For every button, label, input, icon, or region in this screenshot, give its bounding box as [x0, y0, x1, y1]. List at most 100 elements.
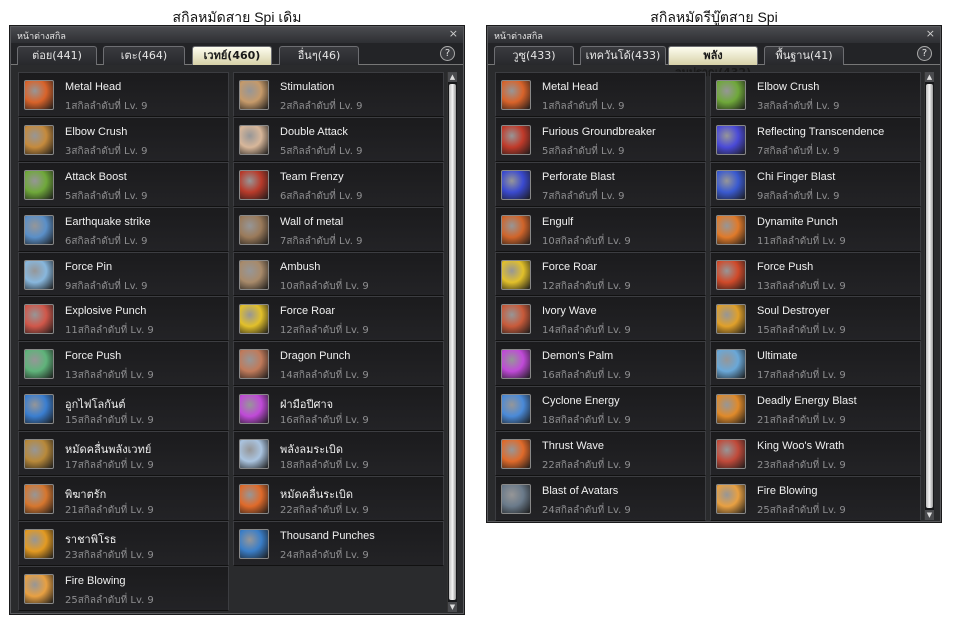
close-icon[interactable]: ×	[449, 28, 458, 40]
skill-icon[interactable]	[239, 439, 269, 470]
scroll-thumb[interactable]	[449, 84, 456, 600]
help-icon[interactable]: ?	[917, 46, 932, 61]
skill-icon[interactable]	[501, 80, 531, 110]
skill-icon[interactable]	[239, 80, 269, 110]
tab-magic[interactable]: เวทย์(460)	[192, 46, 272, 65]
skill-slot[interactable]: Engulf 10สกิลลำดับที่ Lv. 9	[495, 206, 706, 252]
skill-slot[interactable]: Wall of metal 7สกิลลำดับที่ Lv. 9	[233, 206, 444, 252]
skill-slot[interactable]: Elbow Crush 3สกิลลำดับที่ Lv. 9	[710, 72, 921, 117]
skill-icon[interactable]	[501, 439, 531, 470]
skill-slot[interactable]: Metal Head 1สกิลลำดับที่ Lv. 9	[495, 72, 706, 117]
skill-icon[interactable]	[239, 349, 269, 380]
skill-icon[interactable]	[501, 484, 531, 515]
skill-icon[interactable]	[24, 124, 54, 155]
skill-slot[interactable]: Ivory Wave 14สกิลลำดับที่ Lv. 9	[495, 296, 706, 342]
scroll-up-icon[interactable]: ▲	[448, 72, 457, 82]
skill-slot[interactable]: Furious Groundbreaker 5สกิลลำดับที่ Lv. 9	[495, 116, 706, 162]
tab-other[interactable]: อื่นๆ(46)	[279, 46, 359, 65]
skill-icon[interactable]	[239, 484, 269, 515]
skill-icon[interactable]	[24, 439, 54, 470]
scroll-up-icon[interactable]: ▲	[925, 72, 934, 82]
skill-icon[interactable]	[24, 528, 54, 559]
skill-icon[interactable]	[716, 349, 746, 380]
skill-slot[interactable]: Force Roar 12สกิลลำดับที่ Lv. 9	[233, 296, 444, 342]
skill-slot[interactable]: Earthquake strike 6สกิลลำดับที่ Lv. 9	[18, 206, 229, 252]
skill-icon[interactable]	[239, 528, 269, 559]
skill-slot[interactable]: Soul Destroyer 15สกิลลำดับที่ Lv. 9	[710, 296, 921, 342]
skill-slot[interactable]: Perforate Blast 7สกิลลำดับที่ Lv. 9	[495, 161, 706, 207]
scrollbar[interactable]: ▲ ▼	[447, 72, 457, 612]
skill-slot[interactable]: พลังลมระเบิด 18สกิลลำดับที่ Lv. 9	[233, 431, 444, 477]
skill-icon[interactable]	[501, 394, 531, 425]
skill-slot[interactable]: Team Frenzy 6สกิลลำดับที่ Lv. 9	[233, 161, 444, 207]
help-icon[interactable]: ?	[440, 46, 455, 61]
skill-icon[interactable]	[24, 214, 54, 245]
skill-slot[interactable]: Metal Head 1สกิลลำดับที่ Lv. 9	[18, 72, 229, 117]
skill-icon[interactable]	[239, 214, 269, 245]
skill-slot[interactable]: Deadly Energy Blast 21สกิลลำดับที่ Lv. 9	[710, 386, 921, 432]
skill-slot[interactable]: Thousand Punches 24สกิลลำดับที่ Lv. 9	[233, 520, 444, 566]
skill-slot[interactable]: Blast of Avatars 24สกิลลำดับที่ Lv. 9	[495, 476, 706, 521]
skill-icon[interactable]	[239, 304, 269, 335]
scrollbar[interactable]: ▲ ▼	[924, 72, 934, 520]
skill-slot[interactable]: Stimulation 2สกิลลำดับที่ Lv. 9	[233, 72, 444, 117]
skill-slot[interactable]: Fire Blowing 25สกิลลำดับที่ Lv. 9	[18, 565, 229, 611]
tab-punch[interactable]: ต่อย(441)	[17, 46, 97, 65]
skill-icon[interactable]	[716, 259, 746, 290]
skill-slot[interactable]: Double Attack 5สกิลลำดับที่ Lv. 9	[233, 116, 444, 162]
skill-icon[interactable]	[24, 484, 54, 515]
skill-slot[interactable]: Thrust Wave 22สกิลลำดับที่ Lv. 9	[495, 431, 706, 477]
skill-icon[interactable]	[24, 259, 54, 290]
tab-taekwondo[interactable]: เทควันโด้(433)	[580, 46, 666, 65]
skill-icon[interactable]	[716, 394, 746, 425]
skill-icon[interactable]	[716, 124, 746, 155]
skill-slot[interactable]: หมัดคลื่นระเบิด 22สกิลลำดับที่ Lv. 9	[233, 476, 444, 521]
scroll-down-icon[interactable]: ▼	[448, 602, 457, 612]
tab-chi[interactable]: พลังลมปราณ(432)	[668, 46, 758, 79]
skill-slot[interactable]: Fire Blowing 25สกิลลำดับที่ Lv. 9	[710, 476, 921, 521]
skill-icon[interactable]	[24, 573, 54, 604]
tab-wushu[interactable]: วูซู(433)	[494, 46, 574, 65]
skill-icon[interactable]	[24, 169, 54, 200]
scroll-thumb[interactable]	[926, 84, 933, 508]
close-icon[interactable]: ×	[926, 28, 935, 40]
skill-icon[interactable]	[24, 394, 54, 425]
skill-icon[interactable]	[239, 124, 269, 155]
skill-slot[interactable]: Ultimate 17สกิลลำดับที่ Lv. 9	[710, 341, 921, 387]
skill-slot[interactable]: Dragon Punch 14สกิลลำดับที่ Lv. 9	[233, 341, 444, 387]
skill-slot[interactable]: Cyclone Energy 18สกิลลำดับที่ Lv. 9	[495, 386, 706, 432]
skill-icon[interactable]	[716, 439, 746, 470]
skill-slot[interactable]: Dynamite Punch 11สกิลลำดับที่ Lv. 9	[710, 206, 921, 252]
scroll-down-icon[interactable]: ▼	[925, 510, 934, 520]
window-titlebar[interactable]: หน้าต่างสกิล ×	[488, 27, 940, 43]
skill-slot[interactable]: Force Push 13สกิลลำดับที่ Lv. 9	[18, 341, 229, 387]
skill-icon[interactable]	[716, 80, 746, 110]
skill-icon[interactable]	[239, 169, 269, 200]
skill-slot[interactable]: Force Pin 9สกิลลำดับที่ Lv. 9	[18, 251, 229, 297]
skill-icon[interactable]	[501, 349, 531, 380]
skill-slot[interactable]: Force Roar 12สกิลลำดับที่ Lv. 9	[495, 251, 706, 297]
tab-kick[interactable]: เตะ(464)	[103, 46, 185, 65]
skill-icon[interactable]	[24, 304, 54, 335]
skill-slot[interactable]: Ambush 10สกิลลำดับที่ Lv. 9	[233, 251, 444, 297]
skill-slot[interactable]: King Woo's Wrath 23สกิลลำดับที่ Lv. 9	[710, 431, 921, 477]
skill-slot[interactable]: ราชาพิโรธ 23สกิลลำดับที่ Lv. 9	[18, 520, 229, 566]
skill-icon[interactable]	[239, 259, 269, 290]
skill-icon[interactable]	[716, 484, 746, 515]
skill-slot[interactable]: Force Push 13สกิลลำดับที่ Lv. 9	[710, 251, 921, 297]
skill-slot[interactable]: Elbow Crush 3สกิลลำดับที่ Lv. 9	[18, 116, 229, 162]
skill-icon[interactable]	[24, 349, 54, 380]
skill-icon[interactable]	[24, 80, 54, 110]
skill-slot[interactable]: Demon's Palm 16สกิลลำดับที่ Lv. 9	[495, 341, 706, 387]
skill-slot[interactable]: อูกไฟโลกันต์ 15สกิลลำดับที่ Lv. 9	[18, 386, 229, 432]
skill-icon[interactable]	[716, 214, 746, 245]
skill-slot[interactable]: พิฆาตรัก 21สกิลลำดับที่ Lv. 9	[18, 476, 229, 521]
skill-icon[interactable]	[239, 394, 269, 425]
window-titlebar[interactable]: หน้าต่างสกิล ×	[11, 27, 463, 43]
skill-slot[interactable]: ฝ่ามือปีศาจ 16สกิลลำดับที่ Lv. 9	[233, 386, 444, 432]
skill-icon[interactable]	[501, 304, 531, 335]
skill-icon[interactable]	[501, 124, 531, 155]
skill-icon[interactable]	[501, 214, 531, 245]
tab-basic[interactable]: พื้นฐาน(41)	[764, 46, 844, 65]
skill-slot[interactable]: Explosive Punch 11สกิลลำดับที่ Lv. 9	[18, 296, 229, 342]
